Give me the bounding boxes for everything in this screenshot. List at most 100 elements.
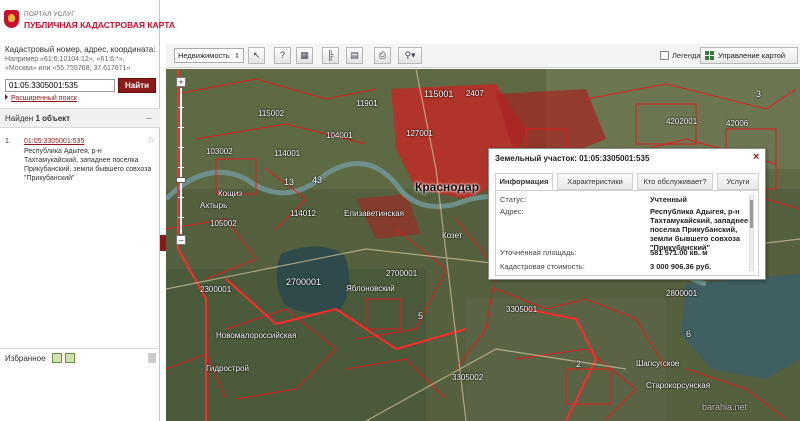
property-key: Адрес: bbox=[500, 207, 524, 216]
favorites-header: Избранное bbox=[0, 348, 160, 366]
map-label: 103002 bbox=[206, 147, 233, 156]
watermark: barahla.net bbox=[702, 402, 748, 412]
map-label: 42006 bbox=[726, 119, 749, 128]
logo-title: ПУБЛИЧНАЯ КАДАСТРОВАЯ КАРТА bbox=[24, 20, 176, 30]
layer-select-value: Недвижимость bbox=[178, 51, 230, 60]
zoom-slider-thumb[interactable] bbox=[176, 177, 186, 183]
place-label: Шапсугское bbox=[636, 359, 680, 368]
search-button[interactable]: Найти bbox=[118, 78, 156, 93]
identify-tool-button[interactable]: ? bbox=[274, 47, 291, 64]
city-label: Краснодар bbox=[415, 180, 480, 194]
map-label: 6 bbox=[686, 329, 692, 339]
property-value: Учтенный bbox=[650, 195, 687, 204]
tab-information[interactable]: Информация bbox=[495, 173, 553, 190]
popup-tabs: Информация Характеристики Кто обслуживае… bbox=[495, 173, 759, 190]
map-label: 43 bbox=[312, 175, 323, 185]
place-label: Ахтырь bbox=[200, 201, 228, 210]
close-icon[interactable]: × bbox=[753, 151, 759, 163]
layer-select[interactable]: Недвижимость ⇕ bbox=[174, 48, 244, 63]
map-label: 127001 bbox=[406, 129, 433, 138]
print-tool-button[interactable]: ⎙ bbox=[374, 47, 391, 64]
place-label: Новомалороссийская bbox=[216, 331, 297, 340]
result-number: 1. bbox=[5, 138, 11, 145]
map-control-label: Управление картой bbox=[718, 51, 786, 60]
map-label: 104001 bbox=[326, 131, 353, 140]
zoom-out-button[interactable]: – bbox=[176, 235, 186, 245]
legend-checkbox[interactable] bbox=[660, 51, 669, 60]
measure-tool-button[interactable]: ╠ bbox=[322, 47, 339, 64]
bookmark-tool-button[interactable]: ▤ bbox=[346, 47, 363, 64]
property-value: Республика Адыгея, р-н Тахтамукайский, з… bbox=[650, 207, 749, 252]
tab-services[interactable]: Услуги bbox=[717, 173, 759, 190]
tab-characteristics[interactable]: Характеристики bbox=[557, 173, 633, 190]
place-label: Кощиэ bbox=[218, 189, 243, 198]
search-label: Кадастровый номер, адрес, координата: bbox=[5, 45, 156, 54]
map-label: 115002 bbox=[258, 109, 285, 118]
results-header: Найден 1 объект – bbox=[0, 108, 160, 128]
star-icon[interactable]: ☆ bbox=[147, 136, 155, 145]
favorites-title: Избранное bbox=[5, 354, 46, 363]
remove-favorite-icon[interactable] bbox=[65, 353, 75, 363]
parcel-info-popup: Земельный участок: 01:05:3305001:535 × И… bbox=[488, 148, 766, 280]
property-value: 3 000 906.36 руб. bbox=[650, 262, 712, 271]
map-label: 2800001 bbox=[666, 289, 698, 298]
info-tool-button[interactable]: ▦ bbox=[296, 47, 313, 64]
map-label: 2300001 bbox=[200, 285, 232, 294]
property-key: Статус: bbox=[500, 195, 526, 204]
popup-body: Статус: Учтенный Адрес: Республика Адыге… bbox=[495, 190, 759, 276]
search-input[interactable] bbox=[5, 79, 115, 92]
link-tool-button[interactable]: ⚲▾ bbox=[398, 47, 422, 64]
zoom-tick bbox=[178, 107, 184, 108]
map-label: 2700001 bbox=[386, 269, 418, 278]
property-key: Кадастровая стоимость: bbox=[500, 262, 585, 271]
map-label: 5 bbox=[418, 311, 424, 321]
map-label: 2700001 bbox=[286, 277, 322, 287]
map-label: 13 bbox=[284, 177, 295, 187]
sidebar: ПОРТАЛ УСЛУГ ПУБЛИЧНАЯ КАДАСТРОВАЯ КАРТА… bbox=[0, 0, 175, 421]
map-label: 3 bbox=[756, 89, 762, 99]
trash-icon[interactable] bbox=[148, 353, 156, 363]
map-label: 114012 bbox=[290, 209, 317, 218]
results-count: 1 объект bbox=[35, 114, 71, 123]
zoom-control[interactable]: + – bbox=[176, 77, 186, 245]
map-label: 3305002 bbox=[452, 373, 484, 382]
advanced-search-label: Расширенный поиск bbox=[11, 95, 77, 102]
results-title: Найден 1 объект bbox=[5, 114, 70, 123]
collapse-icon[interactable]: – bbox=[146, 113, 152, 124]
map-label: 114001 bbox=[274, 149, 301, 158]
zoom-tick bbox=[178, 167, 184, 168]
arrow-right-icon bbox=[5, 94, 8, 100]
property-key: Уточненная площадь: bbox=[500, 248, 577, 257]
logo-subtitle: ПОРТАЛ УСЛУГ bbox=[24, 11, 75, 18]
map-control-button[interactable]: Управление картой bbox=[700, 47, 798, 64]
result-cadastral-link[interactable]: 01:05:3305001:535 bbox=[24, 137, 84, 146]
chevron-down-icon: ⇕ bbox=[234, 53, 240, 60]
advanced-search-link[interactable]: Расширенный поиск bbox=[5, 94, 77, 102]
tab-service-provider[interactable]: Кто обслуживает? bbox=[637, 173, 713, 190]
map-label: 2407 bbox=[466, 89, 484, 98]
add-favorite-icon[interactable] bbox=[52, 353, 62, 363]
map-label: 4202001 bbox=[666, 117, 698, 126]
coat-of-arms-icon bbox=[4, 10, 19, 28]
map-label: 105002 bbox=[210, 219, 237, 228]
zoom-tick bbox=[178, 197, 184, 198]
popup-scrollbar-thumb[interactable] bbox=[750, 200, 753, 228]
zoom-tick bbox=[178, 147, 184, 148]
place-label: Гидрострой bbox=[206, 364, 249, 373]
map-label: 3305001 bbox=[506, 305, 538, 314]
result-description: Республика Адыгея, р-н Тахтамукайский, з… bbox=[24, 148, 152, 182]
popup-scrollbar[interactable] bbox=[749, 195, 754, 271]
map-label: 115001 bbox=[424, 89, 454, 99]
zoom-tick bbox=[178, 127, 184, 128]
map-label: 11901 bbox=[356, 99, 378, 108]
map-toolbar: Недвижимость ⇕ ↖ ? ▦ ╠ ▤ ⎙ ⚲▾ Легенда Упр… bbox=[166, 44, 800, 68]
portal-logo[interactable]: ПОРТАЛ УСЛУГ ПУБЛИЧНАЯ КАДАСТРОВАЯ КАРТА bbox=[0, 0, 175, 40]
place-label: Старокорсунская bbox=[646, 381, 711, 390]
place-label: Елизаветинская bbox=[344, 209, 404, 218]
place-label: Козет bbox=[442, 231, 463, 240]
pointer-tool-button[interactable]: ↖ bbox=[248, 47, 265, 64]
zoom-slider-track[interactable] bbox=[180, 88, 182, 234]
popup-title: Земельный участок: 01:05:3305001:535 bbox=[495, 154, 650, 163]
zoom-in-button[interactable]: + bbox=[176, 77, 186, 87]
search-example: Например «61:6:10104:12», «61:6:*», «Мос… bbox=[5, 56, 131, 72]
